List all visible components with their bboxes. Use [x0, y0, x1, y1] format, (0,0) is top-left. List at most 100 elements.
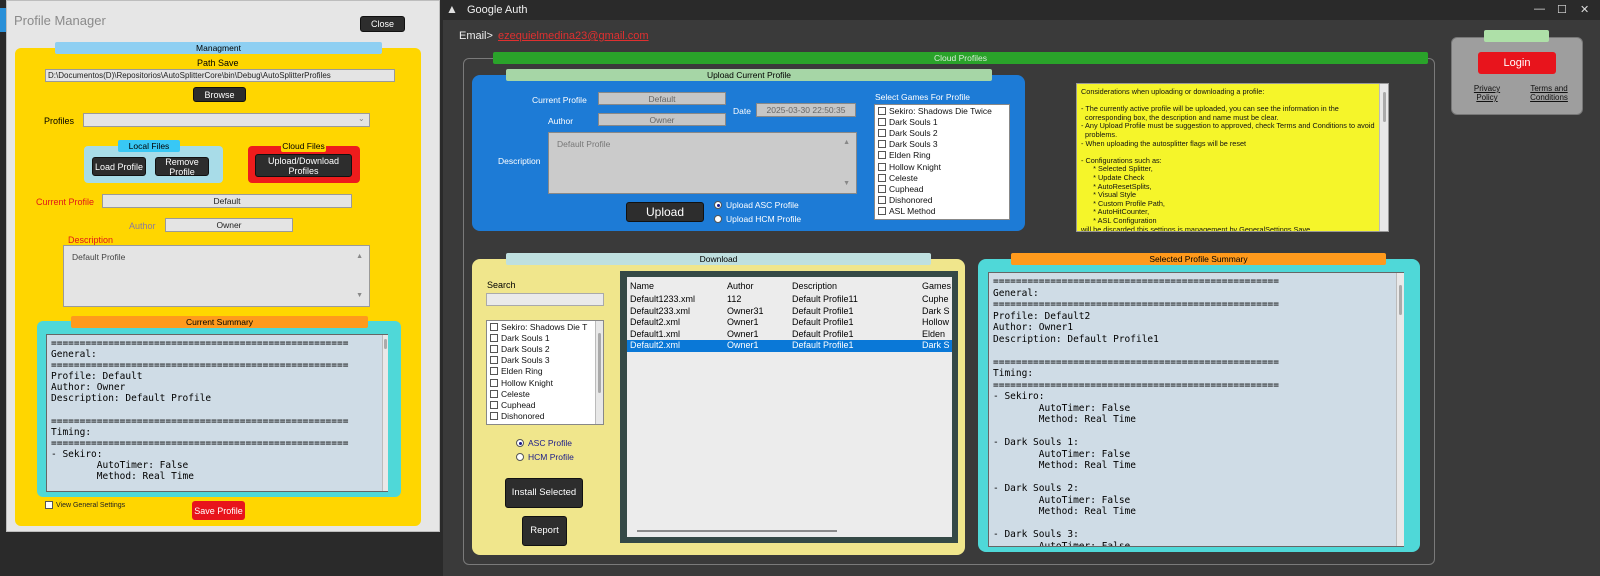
download-games-list[interactable]: Sekiro: Shadows Die T Dark Souls 1 Dark So… — [486, 320, 604, 425]
game-checkbox-item[interactable]: Sekiro: Shadows Die T — [487, 321, 603, 332]
checkbox-icon[interactable] — [490, 356, 498, 365]
checkbox-icon[interactable] — [490, 389, 498, 398]
selected-summary-scrollbar[interactable] — [1396, 273, 1404, 546]
upload-hcm-radio[interactable]: Upload HCM Profile — [714, 214, 801, 224]
game-checkbox-item[interactable]: Dark Souls 1 — [875, 116, 1009, 127]
game-checkbox-item[interactable]: Hollow Knight — [875, 161, 1009, 172]
load-profile-button[interactable]: Load Profile — [92, 157, 146, 176]
game-checkbox-item[interactable]: Cuphead — [487, 399, 603, 410]
table-cell: Owner1 — [727, 328, 759, 339]
game-label: Elden Ring — [889, 150, 931, 161]
path-save-input[interactable]: D:\Documentos(D)\Repositorios\AutoSplitt… — [45, 69, 395, 82]
upload-download-button[interactable]: Upload/Download Profiles — [255, 154, 352, 177]
author-field[interactable]: Owner — [165, 218, 293, 232]
table-row[interactable]: Default2.xml Owner1 Default Profile1 Hollow — [627, 317, 952, 329]
table-row[interactable]: Default2.xml Owner1 Default Profile1 Dark S — [627, 340, 952, 352]
column-header[interactable]: Description — [792, 281, 837, 293]
game-checkbox-item[interactable]: Elden Ring — [875, 150, 1009, 161]
install-selected-button[interactable]: Install Selected — [505, 478, 583, 508]
email-link[interactable]: ezequielmedina23@gmail.com — [498, 30, 649, 42]
column-header[interactable]: Name — [630, 281, 654, 293]
upload-button[interactable]: Upload — [626, 202, 704, 222]
hcm-profile-radio[interactable]: HCM Profile — [516, 452, 574, 462]
table-row[interactable]: Default1.xml Owner1 Default Profile1 Elden — [627, 329, 952, 341]
checkbox-icon[interactable] — [490, 322, 498, 331]
email-label: Email> — [459, 30, 493, 42]
profiles-select[interactable] — [83, 113, 370, 127]
column-header[interactable]: Author — [727, 281, 754, 293]
game-label: Dark Souls 3 — [501, 355, 550, 366]
game-checkbox-item[interactable]: Elden Ring — [487, 366, 603, 377]
game-checkbox-item[interactable]: Celeste — [487, 388, 603, 399]
checkbox-icon[interactable] — [878, 196, 886, 205]
game-checkbox-item[interactable]: Dark Souls 3 — [875, 139, 1009, 150]
game-label: Dishonored — [501, 411, 545, 422]
checkbox-icon[interactable] — [878, 173, 886, 182]
save-profile-button[interactable]: Save Profile — [192, 501, 245, 520]
game-checkbox-item[interactable]: Sekiro: Shadows Die Twice — [875, 105, 1009, 116]
current-profile-field[interactable]: Default — [102, 194, 352, 208]
game-checkbox-item[interactable]: Dishonored — [487, 411, 603, 422]
checkbox-icon[interactable] — [878, 128, 886, 137]
upload-author-field[interactable]: Owner — [598, 113, 726, 126]
maximize-icon[interactable]: ☐ — [1557, 3, 1567, 16]
upload-games-list[interactable]: Sekiro: Shadows Die Twice Dark Souls 1 Dar… — [874, 104, 1010, 220]
description-textarea[interactable]: Default Profile ▲ ▼ — [63, 245, 370, 307]
profiles-table[interactable]: Name Author Description Games Default1233.x… — [627, 277, 952, 537]
view-general-settings-toggle[interactable]: View General Settings — [45, 501, 125, 509]
checkbox-icon[interactable] — [490, 367, 498, 376]
checkbox-icon[interactable] — [878, 140, 886, 149]
download-header: Download — [506, 253, 931, 265]
terms-link[interactable]: Terms and Conditions — [1526, 84, 1572, 102]
remove-profile-button[interactable]: Remove Profile — [155, 157, 209, 177]
summary-scrollbar[interactable] — [382, 335, 388, 491]
game-label: Hollow Knight — [501, 377, 553, 388]
description-text: Default Profile — [72, 252, 126, 262]
checkbox-icon[interactable] — [490, 412, 498, 421]
privacy-policy-link[interactable]: Privacy Policy — [1467, 84, 1507, 102]
game-checkbox-item[interactable]: Dark Souls 3 — [487, 355, 603, 366]
checkbox-icon[interactable] — [878, 117, 886, 126]
table-row[interactable]: Default233.xml Owner31 Default Profile1 Dar… — [627, 306, 952, 318]
minimize-icon[interactable]: — — [1534, 3, 1545, 15]
game-checkbox-item[interactable]: Celeste — [875, 172, 1009, 183]
checkbox-icon[interactable] — [878, 151, 886, 160]
report-button[interactable]: Report — [522, 516, 567, 546]
checkbox-icon[interactable] — [490, 400, 498, 409]
game-checkbox-item[interactable]: Cuphead — [875, 183, 1009, 194]
checkbox-icon[interactable] — [878, 184, 886, 193]
login-button[interactable]: Login — [1478, 52, 1556, 74]
game-checkbox-item[interactable]: Dark Souls 1 — [487, 332, 603, 343]
game-label: Elden Ring — [501, 366, 543, 377]
table-hscrollbar[interactable] — [637, 530, 837, 532]
checkbox-icon[interactable] — [878, 207, 886, 216]
upload-author-label: Author — [548, 116, 574, 126]
games-scrollbar[interactable] — [595, 321, 603, 424]
search-input[interactable] — [486, 293, 604, 306]
view-general-checkbox[interactable] — [45, 501, 53, 509]
considerations-scrollbar[interactable] — [1379, 84, 1388, 231]
asc-profile-radio[interactable]: ASC Profile — [516, 438, 572, 448]
checkbox-icon[interactable] — [490, 344, 498, 353]
upload-date-field[interactable]: 2025-03-30 22:50:35 — [756, 103, 856, 117]
login-panel-tab — [1484, 30, 1549, 42]
window-title: Profile Manager — [14, 13, 106, 28]
column-header[interactable]: Games — [922, 281, 951, 293]
game-checkbox-item[interactable]: Hollow Knight — [487, 377, 603, 388]
upload-description-textarea[interactable]: Default Profile ▲ ▼ — [548, 132, 857, 194]
checkbox-icon[interactable] — [878, 106, 886, 115]
upload-current-profile-field[interactable]: Default — [598, 92, 726, 105]
game-checkbox-item[interactable]: ASL Method — [875, 206, 1009, 217]
cloud-files-label: Cloud Files — [281, 140, 326, 152]
close-icon[interactable]: ✕ — [1580, 3, 1589, 16]
table-row[interactable]: Default1233.xml 112 Default Profile11 Cuphe — [627, 294, 952, 306]
game-checkbox-item[interactable]: Dishonored — [875, 195, 1009, 206]
game-checkbox-item[interactable]: Dark Souls 2 — [875, 127, 1009, 138]
checkbox-icon[interactable] — [490, 378, 498, 387]
upload-asc-radio[interactable]: Upload ASC Profile — [714, 200, 799, 210]
checkbox-icon[interactable] — [878, 162, 886, 171]
close-button[interactable]: Close — [360, 16, 405, 32]
game-checkbox-item[interactable]: Dark Souls 2 — [487, 343, 603, 354]
checkbox-icon[interactable] — [490, 333, 498, 342]
browse-button[interactable]: Browse — [193, 87, 246, 102]
